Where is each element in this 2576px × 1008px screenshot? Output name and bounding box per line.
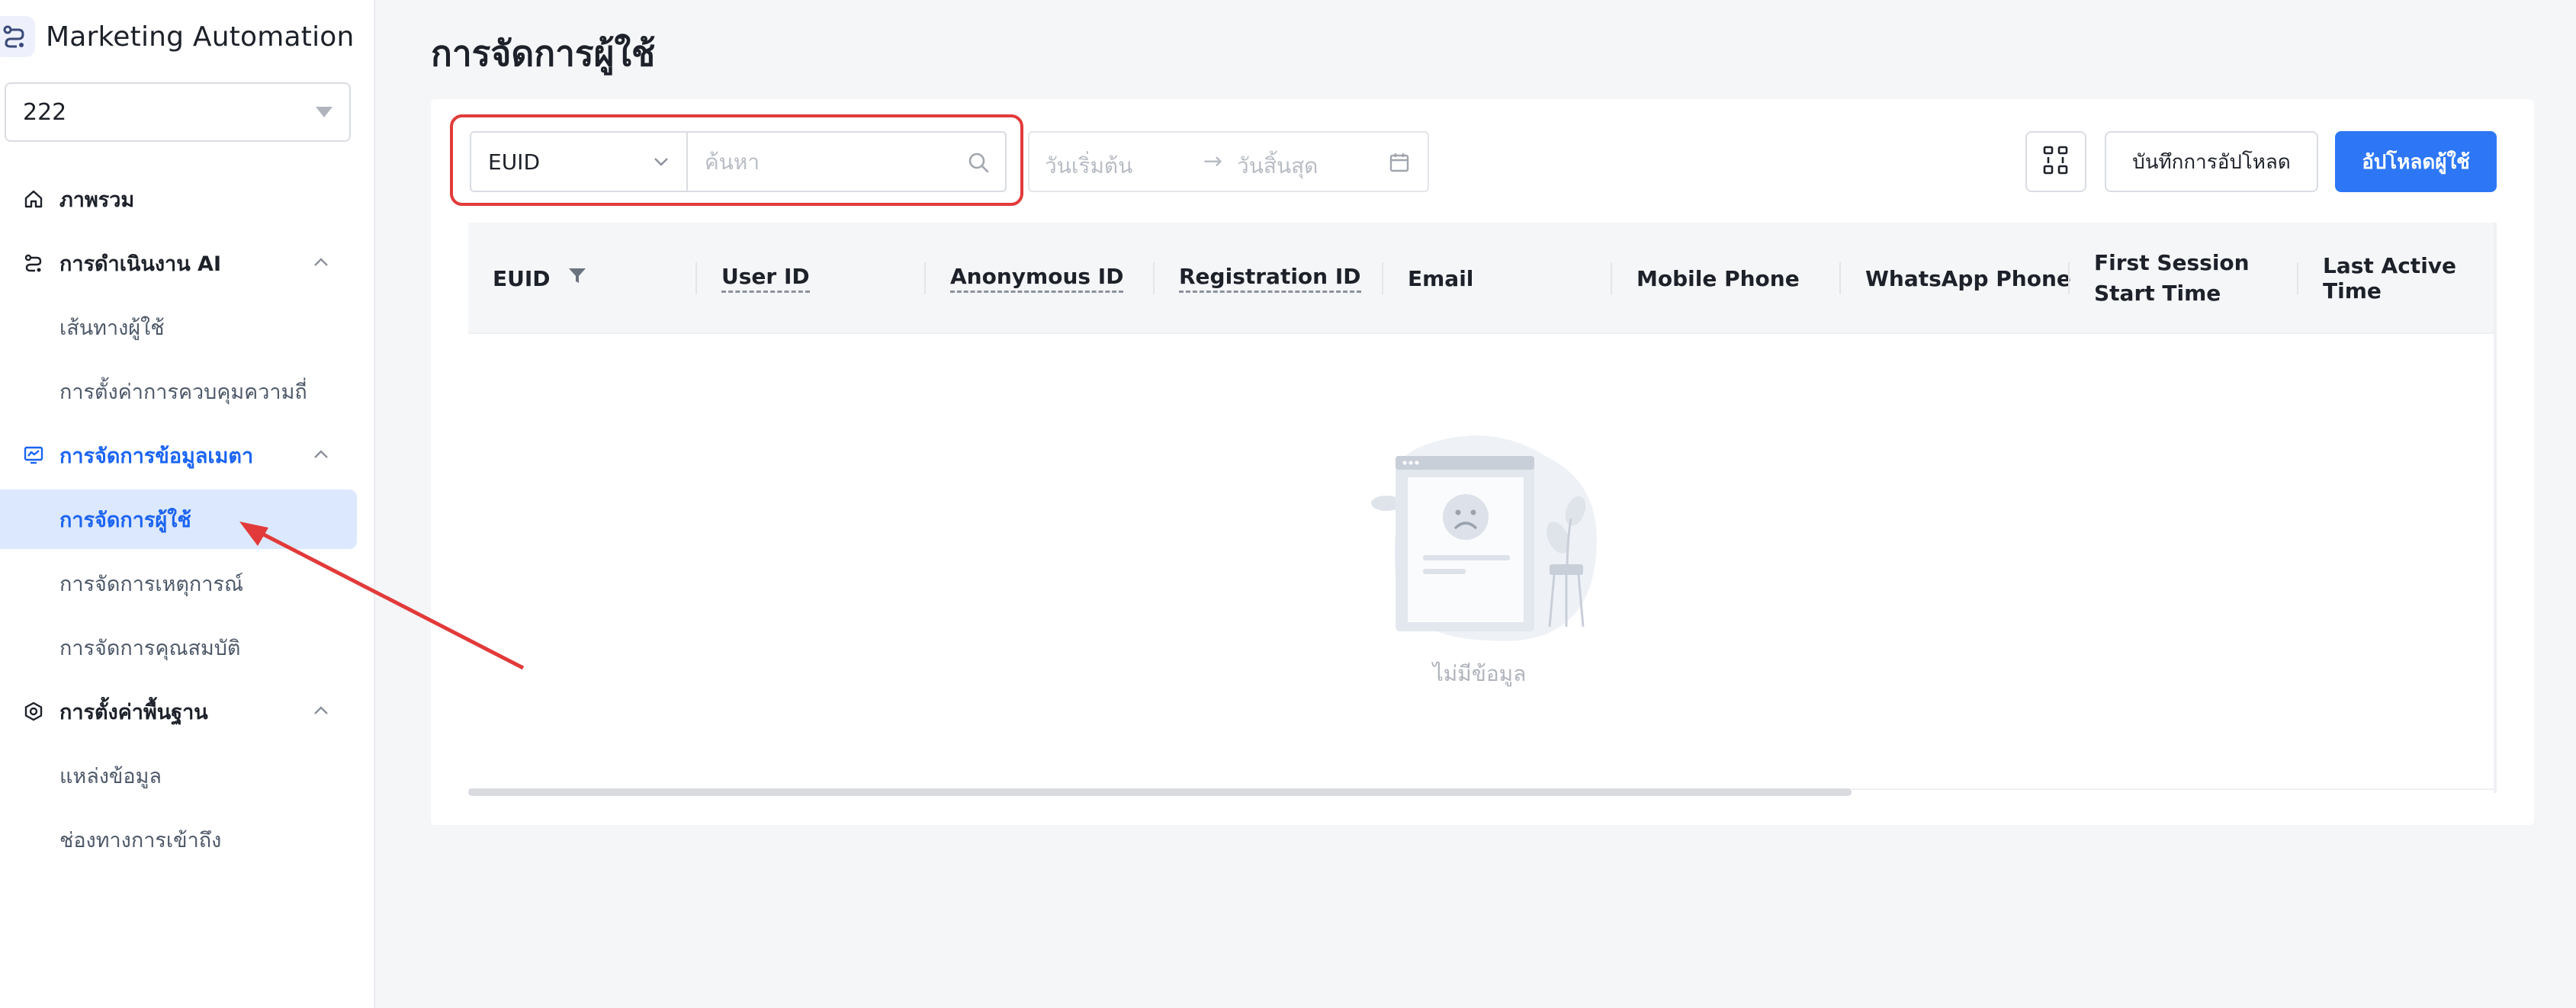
search-field-select[interactable]: EUID xyxy=(470,131,686,192)
sidebar-item-ai-operations[interactable]: การดำเนินงาน AI xyxy=(0,233,357,293)
sidebar-item-overview[interactable]: ภาพรวม xyxy=(0,169,357,229)
column-header-registration-id[interactable]: Registration ID xyxy=(1179,223,1361,334)
column-header-first-session-start-time[interactable]: First Session Start Time xyxy=(2094,223,2250,334)
table-header: EUID User ID Anonymous ID Registration I… xyxy=(468,223,2497,334)
project-select-value: 222 xyxy=(23,98,67,126)
sidebar-item-label: การจัดการเหตุการณ์ xyxy=(59,572,243,596)
search-field-value: EUID xyxy=(488,149,541,175)
columns-icon xyxy=(2042,145,2070,178)
sidebar-item-user-management[interactable]: การจัดการผู้ใช้ xyxy=(0,490,357,549)
upload-users-button[interactable]: อัปโหลดผู้ใช้ xyxy=(2335,131,2497,192)
sidebar-item-access-channels[interactable]: ช่องทางการเข้าถึง xyxy=(0,810,357,869)
chevron-up-icon xyxy=(313,448,329,464)
column-divider[interactable] xyxy=(695,262,697,294)
app-logo-icon xyxy=(0,16,35,57)
sidebar-item-label: การตั้งค่าการควบคุมความถี่ xyxy=(59,380,307,404)
app-root: Marketing Automation 222 ภาพรวม การดำเนิ… xyxy=(0,0,2576,1008)
sidebar-item-label: ช่องทางการเข้าถึง xyxy=(59,828,222,852)
column-header-user-id[interactable]: User ID xyxy=(721,223,810,334)
caret-down-icon xyxy=(316,107,332,117)
app-title: Marketing Automation xyxy=(46,21,355,53)
date-end-input[interactable]: วันสิ้นสุด xyxy=(1237,149,1318,183)
brand: Marketing Automation xyxy=(0,15,355,58)
column-divider[interactable] xyxy=(1611,262,1612,294)
sidebar-item-user-journey[interactable]: เส้นทางผู้ใช้ xyxy=(0,297,357,357)
upload-history-button[interactable]: บันทึกการอัปโหลด xyxy=(2105,131,2318,192)
column-settings-button[interactable] xyxy=(2025,131,2086,192)
empty-state-illustration xyxy=(1371,435,1597,641)
empty-state-text: ไม่มีข้อมูล xyxy=(1432,661,1527,686)
sidebar-item-basic-settings[interactable]: การตั้งค่าพื้นฐาน xyxy=(0,682,357,741)
page-title: การจัดการผู้ใช้ xyxy=(431,33,656,74)
date-start-input[interactable]: วันเริ่มต้น xyxy=(1045,149,1132,183)
column-header-last-active-time[interactable]: Last Active Time xyxy=(2323,223,2497,334)
column-header-label: First Session Start Time xyxy=(2094,250,2250,306)
sidebar-item-label: การจัดการคุณสมบัติ xyxy=(59,636,241,660)
sidebar-item-label: การจัดการข้อมูลเมตา xyxy=(59,444,254,468)
column-header-label: Email xyxy=(1408,265,1474,291)
column-divider[interactable] xyxy=(1839,262,1841,294)
sidebar-item-label: แหล่งข้อมูล xyxy=(59,764,162,788)
column-divider[interactable] xyxy=(1382,262,1383,294)
column-header-label: User ID xyxy=(721,264,810,293)
sidebar-item-label: ภาพรวม xyxy=(59,188,135,212)
chart-board-icon xyxy=(21,443,46,467)
column-divider[interactable] xyxy=(2068,262,2070,294)
chevron-up-icon xyxy=(313,705,329,720)
project-select[interactable]: 222 xyxy=(5,82,351,142)
column-divider[interactable] xyxy=(2297,262,2298,294)
column-header-label: Last Active Time xyxy=(2323,253,2457,303)
column-header-label: EUID xyxy=(493,265,551,291)
chevron-up-icon xyxy=(313,256,329,271)
column-divider[interactable] xyxy=(924,262,926,294)
column-header-euid[interactable]: EUID xyxy=(493,223,587,334)
sidebar: Marketing Automation 222 ภาพรวม การดำเนิ… xyxy=(0,0,375,1008)
sidebar-item-property-management[interactable]: การจัดการคุณสมบัติ xyxy=(0,618,357,677)
sidebar-item-event-management[interactable]: การจัดการเหตุการณ์ xyxy=(0,554,357,613)
hexagon-gear-icon xyxy=(21,699,46,724)
chevron-down-icon xyxy=(653,156,670,171)
arrow-right-icon: → xyxy=(1203,148,1223,175)
search-box xyxy=(686,131,1007,192)
column-header-email[interactable]: Email xyxy=(1408,223,1473,334)
funnel-icon[interactable] xyxy=(567,266,587,291)
sidebar-item-label: เส้นทางผู้ใช้ xyxy=(59,316,165,340)
sidebar-item-label: การตั้งค่าพื้นฐาน xyxy=(59,700,208,724)
sidebar-item-label: การจัดการผู้ใช้ xyxy=(59,508,191,532)
table-right-shadow xyxy=(2494,223,2497,793)
horizontal-scrollbar-thumb[interactable] xyxy=(468,788,1852,796)
column-divider[interactable] xyxy=(1153,262,1155,294)
column-header-whatsapp-phone[interactable]: WhatsApp Phone xyxy=(1865,223,2071,334)
sidebar-item-frequency-control[interactable]: การตั้งค่าการควบคุมความถี่ xyxy=(0,361,357,421)
calendar-icon xyxy=(1388,151,1411,177)
column-header-label: Registration ID xyxy=(1179,264,1361,293)
column-header-label: WhatsApp Phone xyxy=(1865,265,2071,291)
home-icon xyxy=(21,187,46,211)
search-input[interactable] xyxy=(705,149,949,175)
sidebar-item-label: การดำเนินงาน AI xyxy=(59,252,221,276)
date-range-picker[interactable]: วันเริ่มต้น → วันสิ้นสุด xyxy=(1028,131,1429,192)
column-header-label: Anonymous ID xyxy=(950,264,1124,293)
sidebar-item-metadata-management[interactable]: การจัดการข้อมูลเมตา xyxy=(0,425,357,485)
search-icon[interactable] xyxy=(967,151,990,177)
column-header-mobile-phone[interactable]: Mobile Phone xyxy=(1636,223,1800,334)
flow-icon xyxy=(21,251,46,275)
column-header-anonymous-id[interactable]: Anonymous ID xyxy=(950,223,1124,334)
sidebar-item-data-source[interactable]: แหล่งข้อมูล xyxy=(0,746,357,805)
column-header-label: Mobile Phone xyxy=(1636,265,1800,291)
